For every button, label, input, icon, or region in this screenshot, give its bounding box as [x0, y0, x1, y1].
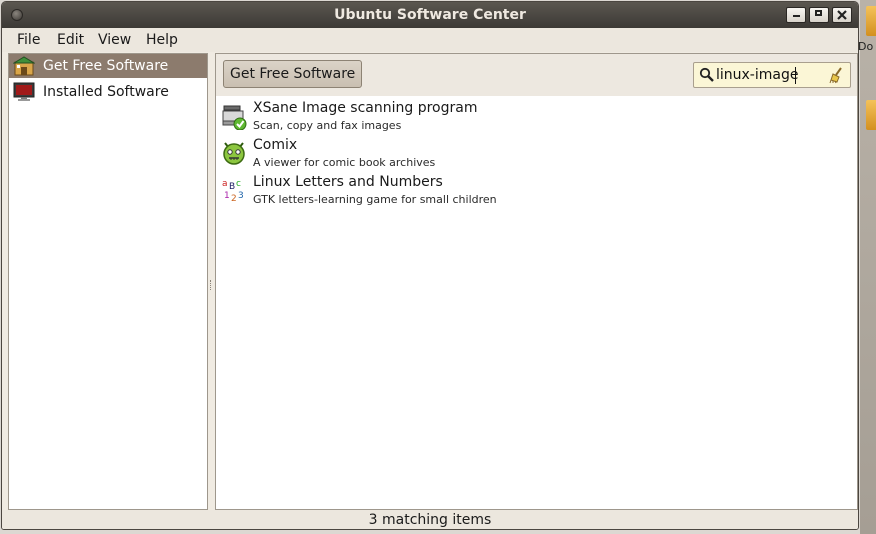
navigation-bar: Get Free Software: [216, 54, 857, 96]
menu-view[interactable]: View: [98, 32, 131, 48]
comix-icon: [223, 142, 245, 165]
desktop-background: [860, 0, 876, 534]
text-cursor: [795, 67, 796, 84]
menu-help[interactable]: Help: [146, 32, 178, 48]
sidebar-item-get-free-software[interactable]: Get Free Software: [9, 54, 207, 78]
svg-text:B: B: [229, 182, 235, 192]
menu-bar: File Edit View Help: [2, 28, 858, 52]
list-item[interactable]: Comix A viewer for comic book archives: [216, 135, 857, 171]
desktop-icon-label: Do: [858, 40, 874, 53]
get-free-software-icon: [13, 56, 35, 76]
svg-text:3: 3: [238, 191, 244, 201]
letters-numbers-icon: a B c 1 2 3: [222, 179, 244, 204]
software-center-window: Ubuntu Software Center File Edit View He…: [1, 1, 859, 530]
main-pane: Get Free Software linux-image XSane Imag…: [215, 53, 858, 510]
folder-icon[interactable]: [866, 6, 876, 36]
sidebar-item-label: Installed Software: [43, 84, 169, 100]
app-description: GTK letters-learning game for small chil…: [253, 193, 497, 206]
folder-icon[interactable]: [866, 100, 876, 130]
sidebar-item-label: Get Free Software: [43, 58, 169, 74]
search-input[interactable]: [716, 65, 826, 85]
minimize-button[interactable]: [786, 7, 806, 23]
svg-text:1: 1: [224, 191, 230, 201]
window-title: Ubuntu Software Center: [334, 7, 526, 23]
search-icon: [699, 67, 714, 82]
close-button[interactable]: [832, 7, 852, 23]
sidebar: Get Free Software Installed Software: [8, 53, 208, 510]
sidebar-item-installed-software[interactable]: Installed Software: [9, 80, 207, 104]
menu-edit[interactable]: Edit: [57, 32, 84, 48]
list-item[interactable]: a B c 1 2 3 Linux Letters and Numbers GT…: [216, 172, 857, 208]
status-bar: 3 matching items: [2, 510, 858, 529]
svg-text:a: a: [222, 179, 228, 189]
scanner-icon: [222, 105, 247, 130]
title-bar[interactable]: Ubuntu Software Center: [2, 2, 858, 28]
app-name: Comix: [253, 137, 298, 153]
installed-software-icon: [13, 82, 35, 101]
list-item[interactable]: XSane Image scanning program Scan, copy …: [216, 98, 857, 134]
app-description: A viewer for comic book archives: [253, 156, 436, 169]
maximize-button[interactable]: [809, 7, 829, 23]
menu-file[interactable]: File: [17, 32, 40, 48]
app-name: Linux Letters and Numbers: [253, 174, 443, 190]
breadcrumb-get-free-software-button[interactable]: Get Free Software: [223, 60, 363, 88]
clear-search-icon[interactable]: [828, 66, 846, 84]
svg-text:2: 2: [231, 194, 237, 204]
status-text: 3 matching items: [368, 512, 492, 528]
search-field[interactable]: [693, 62, 851, 88]
svg-text:c: c: [236, 179, 241, 189]
app-name: XSane Image scanning program: [253, 100, 478, 116]
app-description: Scan, copy and fax images: [253, 119, 402, 132]
close-icon: [837, 10, 847, 20]
